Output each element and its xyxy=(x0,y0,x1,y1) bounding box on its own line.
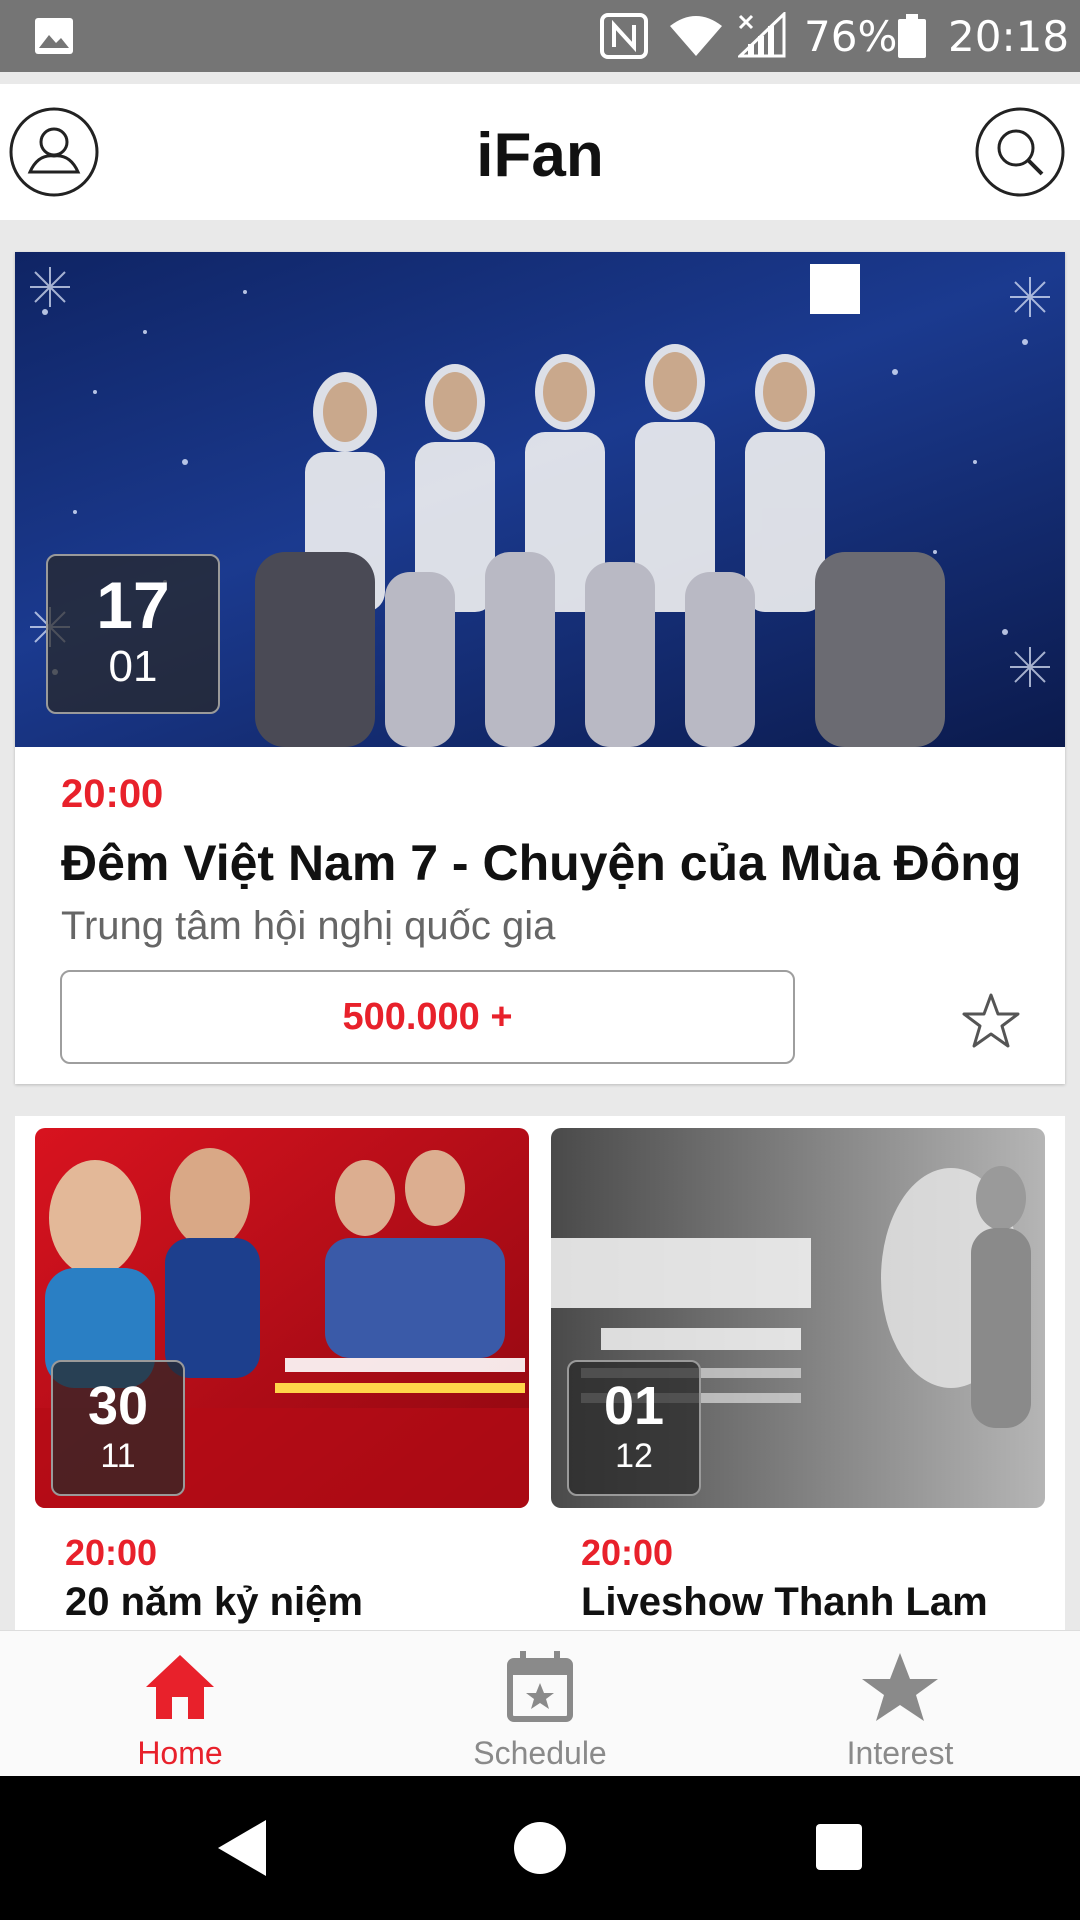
back-icon[interactable] xyxy=(214,1816,270,1880)
app-header: iFan xyxy=(0,84,1080,220)
search-icon[interactable] xyxy=(974,106,1066,198)
event-time: 20:00 xyxy=(61,772,164,816)
nav-label: Interest xyxy=(846,1735,954,1771)
event-grid: 30 11 20:00 20 năm kỷ niệm 01 12 20:00 L… xyxy=(15,1116,1065,1630)
event-month: 11 xyxy=(100,1437,136,1475)
event-title[interactable]: Đêm Việt Nam 7 - Chuyện của Mùa Đông xyxy=(61,834,1021,892)
event-title[interactable]: 20 năm kỷ niệm xyxy=(65,1580,363,1625)
nav-label: Schedule xyxy=(473,1735,607,1771)
featured-event-card[interactable]: 17 01 20:00 Đêm Việt Nam 7 - Chuyện của … xyxy=(15,252,1065,1084)
star-outline-icon[interactable] xyxy=(961,992,1021,1050)
nfc-icon xyxy=(600,13,648,59)
bottom-navigation: Home Schedule Interest xyxy=(0,1630,1080,1777)
event-day: 01 xyxy=(603,1376,665,1436)
event-card[interactable]: 30 11 20:00 20 năm kỷ niệm xyxy=(35,1128,529,1630)
price-button[interactable]: 500.000 + xyxy=(60,970,795,1064)
event-banner-image[interactable]: 17 01 xyxy=(15,252,1065,747)
event-title[interactable]: Liveshow Thanh Lam xyxy=(581,1580,988,1625)
calendar-icon xyxy=(507,1651,573,1722)
nav-label: Home xyxy=(137,1735,223,1771)
wifi-icon xyxy=(670,16,722,56)
event-time: 20:00 xyxy=(65,1532,158,1573)
page-title: iFan xyxy=(476,121,604,190)
signal-icon xyxy=(738,12,786,58)
event-date-badge: 01 12 xyxy=(567,1360,701,1496)
recents-icon[interactable] xyxy=(816,1824,862,1870)
battery-icon xyxy=(898,14,926,58)
nav-item-schedule[interactable]: Schedule xyxy=(360,1631,720,1777)
event-date-badge: 17 01 xyxy=(46,554,220,714)
gallery-icon xyxy=(35,18,73,54)
event-venue: Trung tâm hội nghị quốc gia xyxy=(61,904,556,948)
event-card[interactable]: 01 12 20:00 Liveshow Thanh Lam xyxy=(551,1128,1045,1630)
event-day: 17 xyxy=(96,568,170,642)
star-icon xyxy=(862,1653,938,1721)
battery-percent: 76% xyxy=(804,12,898,61)
event-time: 20:00 xyxy=(581,1532,674,1573)
event-month: 01 xyxy=(108,642,158,691)
clock: 20:18 xyxy=(948,12,1070,61)
event-month: 12 xyxy=(615,1437,653,1475)
status-bar: 76% 20:18 xyxy=(0,0,1080,72)
nav-item-interest[interactable]: Interest xyxy=(720,1631,1080,1777)
home-circle-icon[interactable] xyxy=(514,1822,566,1874)
system-navigation-bar xyxy=(0,1776,1080,1920)
home-icon xyxy=(146,1655,214,1719)
event-day: 30 xyxy=(87,1376,149,1436)
nav-item-home[interactable]: Home xyxy=(0,1631,360,1777)
event-date-badge: 30 11 xyxy=(51,1360,185,1496)
